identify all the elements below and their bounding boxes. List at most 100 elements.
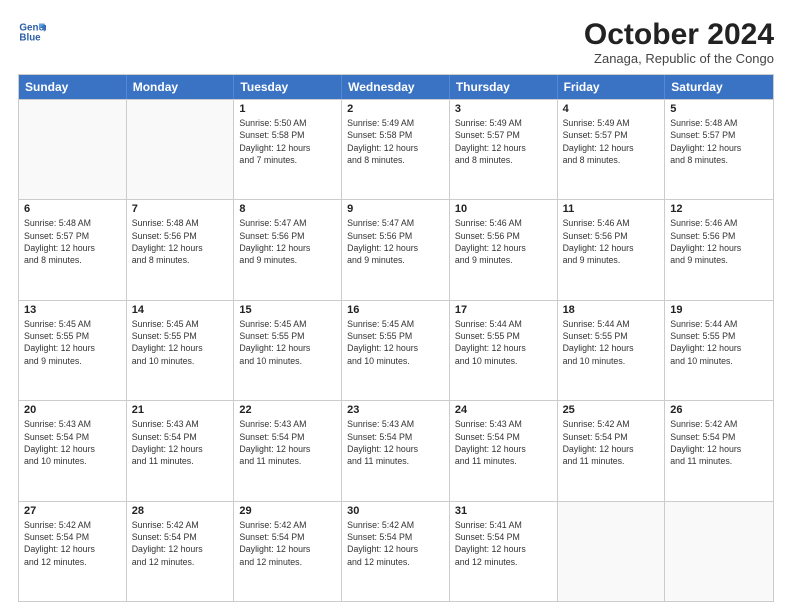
day-number: 27 bbox=[24, 505, 121, 517]
day-number: 20 bbox=[24, 404, 121, 416]
day-number: 7 bbox=[132, 203, 229, 215]
day-info: Sunrise: 5:47 AM Sunset: 5:56 PM Dayligh… bbox=[347, 217, 444, 266]
day-cell-19: 19 Sunrise: 5:44 AM Sunset: 5:55 PM Dayli… bbox=[665, 301, 773, 400]
calendar-row-3: 20 Sunrise: 5:43 AM Sunset: 5:54 PM Dayli… bbox=[19, 400, 773, 500]
day-number: 28 bbox=[132, 505, 229, 517]
day-number: 19 bbox=[670, 304, 768, 316]
day-cell-4: 4Sunrise: 5:49 AM Sunset: 5:57 PM Daylig… bbox=[558, 100, 666, 199]
day-number: 2 bbox=[347, 103, 444, 115]
day-info: Sunrise: 5:42 AM Sunset: 5:54 PM Dayligh… bbox=[239, 519, 336, 568]
day-info: Sunrise: 5:48 AM Sunset: 5:57 PM Dayligh… bbox=[670, 117, 768, 166]
day-cell-16: 16 Sunrise: 5:45 AM Sunset: 5:55 PM Dayli… bbox=[342, 301, 450, 400]
calendar-row-0: 1 Sunrise: 5:50 AM Sunset: 5:58 PM Daylig… bbox=[19, 99, 773, 199]
day-info: Sunrise: 5:45 AM Sunset: 5:55 PM Dayligh… bbox=[347, 318, 444, 367]
header-day-sunday: Sunday bbox=[19, 75, 127, 99]
header: General Blue October 2024 Zanaga, Republ… bbox=[18, 18, 774, 66]
day-info: Sunrise: 5:43 AM Sunset: 5:54 PM Dayligh… bbox=[455, 418, 552, 467]
day-cell-6: 6 Sunrise: 5:48 AM Sunset: 5:57 PM Daylig… bbox=[19, 200, 127, 299]
day-cell-27: 27 Sunrise: 5:42 AM Sunset: 5:54 PM Dayli… bbox=[19, 502, 127, 601]
empty-cell bbox=[19, 100, 127, 199]
logo: General Blue bbox=[18, 18, 48, 46]
day-info: Sunrise: 5:42 AM Sunset: 5:54 PM Dayligh… bbox=[24, 519, 121, 568]
day-cell-10: 10 Sunrise: 5:46 AM Sunset: 5:56 PM Dayli… bbox=[450, 200, 558, 299]
calendar-row-4: 27 Sunrise: 5:42 AM Sunset: 5:54 PM Dayli… bbox=[19, 501, 773, 601]
day-number: 15 bbox=[239, 304, 336, 316]
day-number: 26 bbox=[670, 404, 768, 416]
day-number: 9 bbox=[347, 203, 444, 215]
day-number: 6 bbox=[24, 203, 121, 215]
day-number: 24 bbox=[455, 404, 552, 416]
svg-text:Blue: Blue bbox=[19, 32, 41, 43]
calendar-row-1: 6 Sunrise: 5:48 AM Sunset: 5:57 PM Daylig… bbox=[19, 199, 773, 299]
day-info: Sunrise: 5:43 AM Sunset: 5:54 PM Dayligh… bbox=[347, 418, 444, 467]
day-info: Sunrise: 5:48 AM Sunset: 5:57 PM Dayligh… bbox=[24, 217, 121, 266]
day-cell-26: 26Sunrise: 5:42 AM Sunset: 5:54 PM Dayli… bbox=[665, 401, 773, 500]
day-number: 13 bbox=[24, 304, 121, 316]
day-number: 23 bbox=[347, 404, 444, 416]
day-number: 3 bbox=[455, 103, 552, 115]
day-number: 4 bbox=[563, 103, 660, 115]
day-info: Sunrise: 5:49 AM Sunset: 5:58 PM Dayligh… bbox=[347, 117, 444, 166]
day-cell-21: 21 Sunrise: 5:43 AM Sunset: 5:54 PM Dayli… bbox=[127, 401, 235, 500]
day-info: Sunrise: 5:46 AM Sunset: 5:56 PM Dayligh… bbox=[455, 217, 552, 266]
day-cell-8: 8 Sunrise: 5:47 AM Sunset: 5:56 PM Daylig… bbox=[234, 200, 342, 299]
day-info: Sunrise: 5:42 AM Sunset: 5:54 PM Dayligh… bbox=[347, 519, 444, 568]
day-number: 8 bbox=[239, 203, 336, 215]
day-info: Sunrise: 5:43 AM Sunset: 5:54 PM Dayligh… bbox=[24, 418, 121, 467]
day-cell-17: 17Sunrise: 5:44 AM Sunset: 5:55 PM Dayli… bbox=[450, 301, 558, 400]
empty-cell bbox=[127, 100, 235, 199]
header-day-wednesday: Wednesday bbox=[342, 75, 450, 99]
header-day-thursday: Thursday bbox=[450, 75, 558, 99]
calendar: SundayMondayTuesdayWednesdayThursdayFrid… bbox=[18, 74, 774, 602]
day-cell-23: 23 Sunrise: 5:43 AM Sunset: 5:54 PM Dayli… bbox=[342, 401, 450, 500]
day-cell-12: 12 Sunrise: 5:46 AM Sunset: 5:56 PM Dayli… bbox=[665, 200, 773, 299]
empty-cell bbox=[665, 502, 773, 601]
day-number: 29 bbox=[239, 505, 336, 517]
day-number: 11 bbox=[563, 203, 660, 215]
page: General Blue October 2024 Zanaga, Republ… bbox=[0, 0, 792, 612]
calendar-row-2: 13 Sunrise: 5:45 AM Sunset: 5:55 PM Dayli… bbox=[19, 300, 773, 400]
day-cell-1: 1 Sunrise: 5:50 AM Sunset: 5:58 PM Daylig… bbox=[234, 100, 342, 199]
day-info: Sunrise: 5:45 AM Sunset: 5:55 PM Dayligh… bbox=[239, 318, 336, 367]
day-info: Sunrise: 5:46 AM Sunset: 5:56 PM Dayligh… bbox=[670, 217, 768, 266]
day-info: Sunrise: 5:43 AM Sunset: 5:54 PM Dayligh… bbox=[132, 418, 229, 467]
day-cell-14: 14 Sunrise: 5:45 AM Sunset: 5:55 PM Dayli… bbox=[127, 301, 235, 400]
header-day-monday: Monday bbox=[127, 75, 235, 99]
day-number: 25 bbox=[563, 404, 660, 416]
day-number: 12 bbox=[670, 203, 768, 215]
day-number: 1 bbox=[239, 103, 336, 115]
day-number: 16 bbox=[347, 304, 444, 316]
day-number: 30 bbox=[347, 505, 444, 517]
day-cell-7: 7 Sunrise: 5:48 AM Sunset: 5:56 PM Daylig… bbox=[127, 200, 235, 299]
day-cell-11: 11 Sunrise: 5:46 AM Sunset: 5:56 PM Dayli… bbox=[558, 200, 666, 299]
day-cell-29: 29 Sunrise: 5:42 AM Sunset: 5:54 PM Dayli… bbox=[234, 502, 342, 601]
day-cell-9: 9 Sunrise: 5:47 AM Sunset: 5:56 PM Daylig… bbox=[342, 200, 450, 299]
day-info: Sunrise: 5:42 AM Sunset: 5:54 PM Dayligh… bbox=[132, 519, 229, 568]
day-number: 14 bbox=[132, 304, 229, 316]
day-cell-22: 22Sunrise: 5:43 AM Sunset: 5:54 PM Dayli… bbox=[234, 401, 342, 500]
day-info: Sunrise: 5:46 AM Sunset: 5:56 PM Dayligh… bbox=[563, 217, 660, 266]
day-info: Sunrise: 5:48 AM Sunset: 5:56 PM Dayligh… bbox=[132, 217, 229, 266]
day-info: Sunrise: 5:50 AM Sunset: 5:58 PM Dayligh… bbox=[239, 117, 336, 166]
day-info: Sunrise: 5:44 AM Sunset: 5:55 PM Dayligh… bbox=[670, 318, 768, 367]
header-day-friday: Friday bbox=[558, 75, 666, 99]
empty-cell bbox=[558, 502, 666, 601]
day-cell-15: 15 Sunrise: 5:45 AM Sunset: 5:55 PM Dayli… bbox=[234, 301, 342, 400]
day-info: Sunrise: 5:41 AM Sunset: 5:54 PM Dayligh… bbox=[455, 519, 552, 568]
day-number: 17 bbox=[455, 304, 552, 316]
day-number: 31 bbox=[455, 505, 552, 517]
day-info: Sunrise: 5:45 AM Sunset: 5:55 PM Dayligh… bbox=[132, 318, 229, 367]
day-info: Sunrise: 5:47 AM Sunset: 5:56 PM Dayligh… bbox=[239, 217, 336, 266]
day-cell-2: 2 Sunrise: 5:49 AM Sunset: 5:58 PM Daylig… bbox=[342, 100, 450, 199]
day-number: 10 bbox=[455, 203, 552, 215]
day-number: 22 bbox=[239, 404, 336, 416]
day-number: 21 bbox=[132, 404, 229, 416]
day-cell-30: 30 Sunrise: 5:42 AM Sunset: 5:54 PM Dayli… bbox=[342, 502, 450, 601]
day-cell-25: 25Sunrise: 5:42 AM Sunset: 5:54 PM Dayli… bbox=[558, 401, 666, 500]
title-block: October 2024 Zanaga, Republic of the Con… bbox=[584, 18, 774, 66]
day-cell-5: 5Sunrise: 5:48 AM Sunset: 5:57 PM Daylig… bbox=[665, 100, 773, 199]
day-cell-18: 18Sunrise: 5:44 AM Sunset: 5:55 PM Dayli… bbox=[558, 301, 666, 400]
day-cell-3: 3Sunrise: 5:49 AM Sunset: 5:57 PM Daylig… bbox=[450, 100, 558, 199]
day-cell-20: 20 Sunrise: 5:43 AM Sunset: 5:54 PM Dayli… bbox=[19, 401, 127, 500]
location: Zanaga, Republic of the Congo bbox=[584, 51, 774, 66]
